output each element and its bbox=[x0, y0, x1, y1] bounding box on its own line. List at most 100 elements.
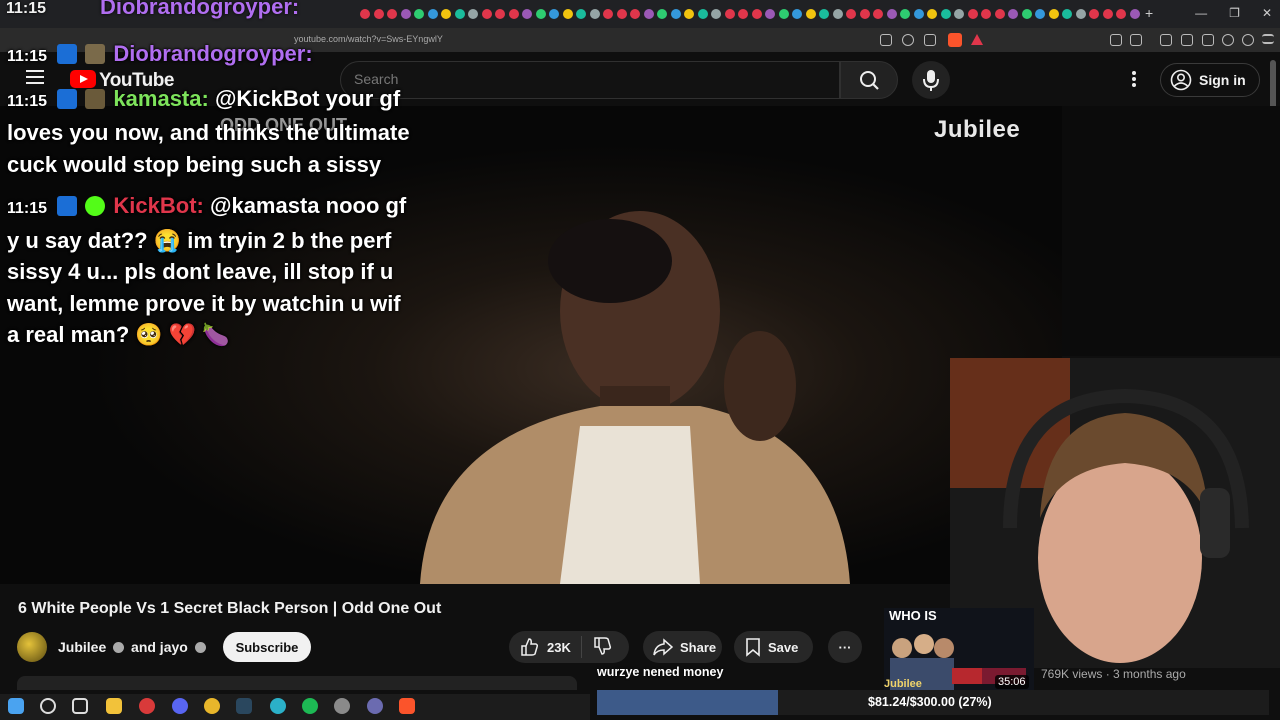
save-button[interactable]: Save bbox=[734, 631, 813, 663]
browser-tab-favicon[interactable] bbox=[562, 9, 573, 19]
related-video-title[interactable]: WHO IS bbox=[889, 608, 937, 623]
channel-name[interactable]: Jubilee bbox=[58, 639, 106, 655]
browser-tab-favicon[interactable] bbox=[778, 9, 789, 19]
browser-tab-favicon[interactable] bbox=[427, 9, 438, 19]
discord-icon[interactable] bbox=[172, 698, 188, 714]
browser-tab-favicon[interactable] bbox=[670, 9, 681, 19]
like-button[interactable]: 23K bbox=[509, 636, 582, 658]
browser-menu-icon[interactable] bbox=[1262, 34, 1274, 44]
app-icon[interactable] bbox=[139, 698, 155, 714]
browser-tab-favicon[interactable] bbox=[400, 9, 411, 19]
obs-icon[interactable] bbox=[367, 698, 383, 714]
browser-tab-favicon[interactable] bbox=[940, 9, 951, 19]
reader-mode-icon[interactable] bbox=[1130, 34, 1142, 46]
brave-shield-icon[interactable] bbox=[948, 33, 962, 47]
browser-tab-favicon[interactable] bbox=[819, 9, 829, 19]
browser-tab-favicon[interactable] bbox=[1048, 9, 1059, 19]
browser-tab-favicon[interactable] bbox=[954, 9, 964, 19]
browser-tab-favicon[interactable] bbox=[1116, 9, 1126, 19]
sidebar-icon[interactable] bbox=[1181, 34, 1193, 46]
browser-tab-favicon[interactable] bbox=[846, 9, 856, 19]
search-button[interactable] bbox=[840, 61, 898, 99]
more-settings-button[interactable] bbox=[1126, 68, 1142, 90]
browser-tab-favicon[interactable] bbox=[589, 9, 600, 19]
browser-tab-favicon[interactable] bbox=[711, 9, 721, 19]
media-icon[interactable] bbox=[1160, 34, 1172, 46]
browser-tab-favicon[interactable] bbox=[927, 9, 937, 19]
steam-icon[interactable] bbox=[236, 698, 252, 714]
browser-tab-favicon[interactable] bbox=[630, 9, 640, 19]
minimize-button[interactable]: — bbox=[1195, 6, 1207, 20]
share-button[interactable]: Share bbox=[643, 631, 722, 663]
browser-tab-favicon[interactable] bbox=[792, 9, 802, 19]
browser-tab-favicon[interactable] bbox=[616, 9, 627, 19]
browser-tab-favicon[interactable] bbox=[994, 9, 1005, 19]
collab-channel[interactable]: and jayo bbox=[131, 639, 188, 655]
browser-tab-favicon[interactable] bbox=[643, 9, 654, 19]
browser-tab-favicon[interactable] bbox=[684, 9, 694, 19]
browser-tab-favicon[interactable] bbox=[873, 9, 883, 19]
more-actions-button[interactable]: ··· bbox=[828, 631, 862, 663]
browser-tab-favicon[interactable] bbox=[967, 9, 978, 19]
browser-tab-favicon[interactable] bbox=[535, 9, 546, 19]
wallet-icon[interactable] bbox=[1202, 34, 1214, 46]
close-window-button[interactable]: ✕ bbox=[1262, 6, 1272, 20]
windows-start-icon[interactable] bbox=[8, 698, 24, 714]
task-view-icon[interactable] bbox=[72, 698, 88, 714]
extensions-puzzle-icon[interactable] bbox=[1110, 34, 1122, 46]
taskbar-search-icon[interactable] bbox=[40, 698, 56, 714]
browser-tab-favicon[interactable] bbox=[1102, 9, 1113, 19]
search-input[interactable] bbox=[354, 71, 814, 87]
browser-tab-favicon[interactable] bbox=[805, 9, 816, 19]
browser-tab-favicon[interactable] bbox=[549, 9, 559, 19]
spotify-icon[interactable] bbox=[302, 698, 318, 714]
browser-tab-favicon[interactable] bbox=[913, 9, 924, 19]
browser-tab-favicon[interactable] bbox=[981, 9, 991, 19]
browser-tab-favicon[interactable] bbox=[387, 9, 397, 19]
app-icon[interactable] bbox=[334, 698, 350, 714]
new-tab-button[interactable]: + bbox=[1145, 5, 1153, 21]
maximize-button[interactable]: ❐ bbox=[1229, 6, 1240, 20]
browser-tab-favicon[interactable] bbox=[481, 9, 492, 19]
browser-tab-favicon[interactable] bbox=[900, 9, 910, 19]
browser-tab-favicon[interactable] bbox=[414, 9, 424, 19]
browser-tab-favicon[interactable] bbox=[1089, 9, 1099, 19]
browser-tab-favicon[interactable] bbox=[441, 9, 451, 19]
zoom-icon[interactable] bbox=[902, 34, 914, 46]
browser-tab-favicon[interactable] bbox=[697, 9, 708, 19]
voice-search-button[interactable] bbox=[912, 61, 950, 99]
browser-tab-favicon[interactable] bbox=[522, 9, 532, 19]
browser-tab-favicon[interactable] bbox=[468, 9, 478, 19]
browser-tab-favicon[interactable] bbox=[765, 9, 775, 19]
browser-tab-favicon[interactable] bbox=[738, 9, 748, 19]
browser-tab-favicon[interactable] bbox=[603, 9, 613, 19]
browser-tab-favicon[interactable] bbox=[1021, 9, 1032, 19]
browser-tab-favicon[interactable] bbox=[751, 9, 762, 19]
browser-tab-favicon[interactable] bbox=[724, 9, 735, 19]
chrome-icon[interactable] bbox=[204, 698, 220, 714]
browser-tab-favicon[interactable] bbox=[1129, 9, 1140, 19]
browser-tab-favicon[interactable] bbox=[360, 9, 370, 19]
browser-tab-favicon[interactable] bbox=[1008, 9, 1018, 19]
browser-tab-favicon[interactable] bbox=[373, 9, 384, 19]
file-explorer-icon[interactable] bbox=[106, 698, 122, 714]
browser-tab-favicon[interactable] bbox=[508, 9, 519, 19]
sign-in-button[interactable]: Sign in bbox=[1160, 63, 1260, 97]
channel-avatar[interactable] bbox=[17, 632, 47, 662]
browser-tab-favicon[interactable] bbox=[832, 9, 843, 19]
browser-tab-favicon[interactable] bbox=[454, 9, 465, 19]
vpn-icon[interactable] bbox=[1242, 34, 1254, 46]
brave-browser-icon[interactable] bbox=[399, 698, 415, 714]
brave-rewards-icon[interactable] bbox=[971, 34, 983, 45]
browser-tab-favicon[interactable] bbox=[657, 9, 667, 19]
browser-tab-favicon[interactable] bbox=[859, 9, 870, 19]
browser-tab-favicon[interactable] bbox=[576, 9, 586, 19]
dislike-button[interactable] bbox=[582, 636, 622, 659]
leo-ai-icon[interactable] bbox=[1222, 34, 1234, 46]
edge-icon[interactable] bbox=[270, 698, 286, 714]
browser-tab-favicon[interactable] bbox=[1062, 9, 1072, 19]
browser-tab-favicon[interactable] bbox=[495, 9, 505, 19]
subscribe-button[interactable]: Subscribe bbox=[223, 632, 311, 662]
extension-icon[interactable] bbox=[880, 34, 892, 46]
share-page-icon[interactable] bbox=[924, 34, 936, 46]
